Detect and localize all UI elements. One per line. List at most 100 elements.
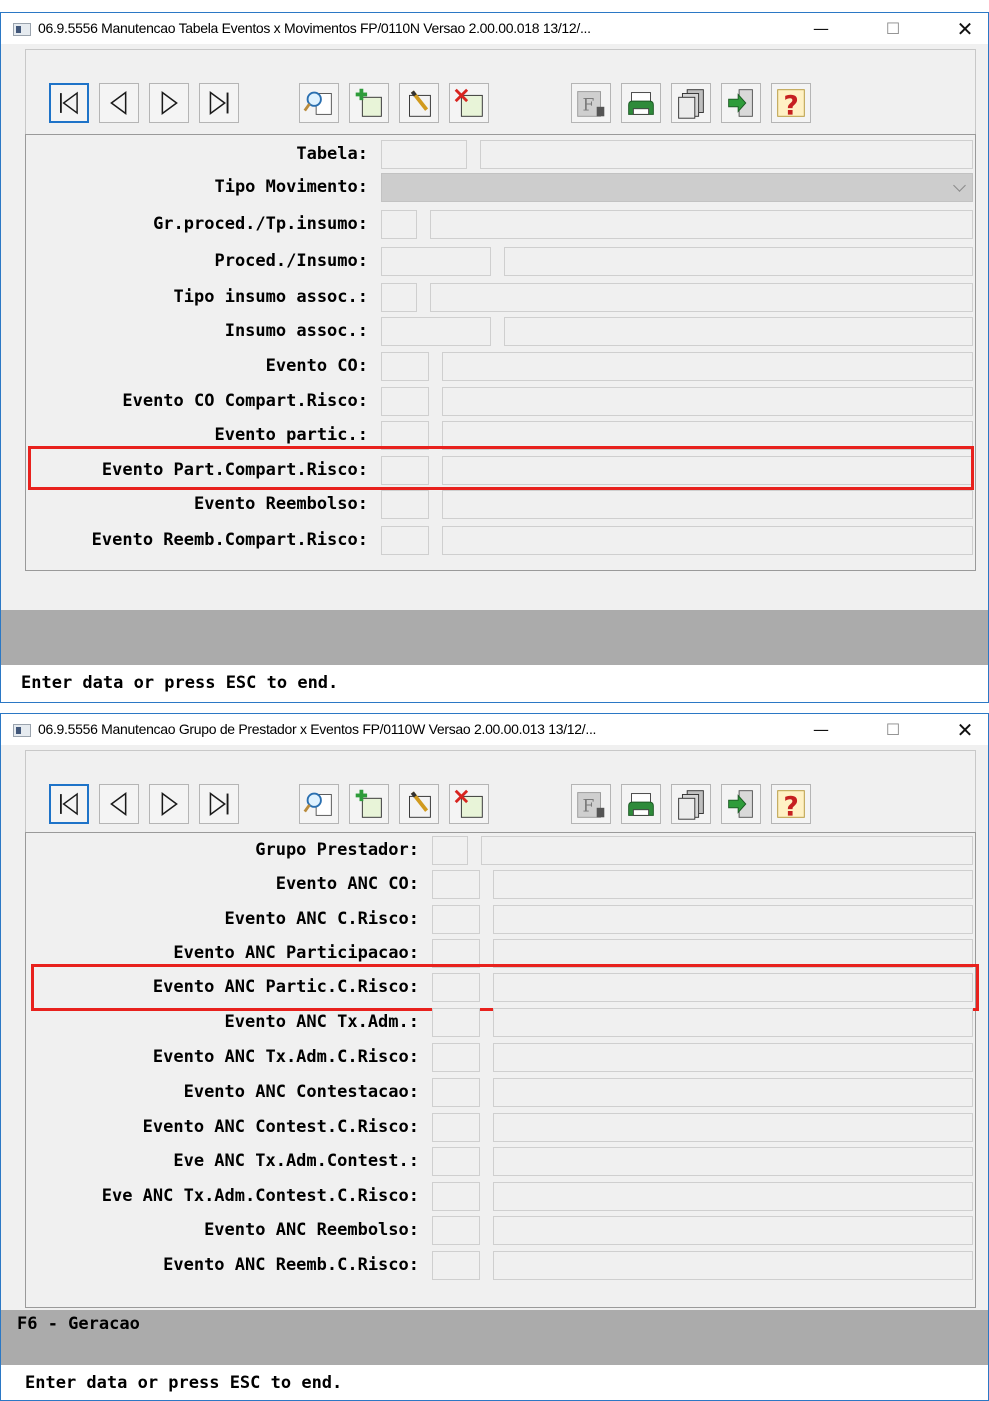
copy-icon bbox=[678, 790, 704, 820]
code-input[interactable] bbox=[432, 1147, 480, 1176]
next-record-button[interactable] bbox=[149, 83, 189, 123]
filter-button[interactable]: F bbox=[571, 784, 611, 824]
field-label: Grupo Prestador: bbox=[255, 840, 419, 860]
code-input[interactable] bbox=[432, 1251, 480, 1280]
code-input[interactable] bbox=[432, 836, 468, 865]
next-record-icon bbox=[161, 792, 178, 816]
app-icon bbox=[13, 724, 31, 737]
code-input[interactable] bbox=[381, 352, 429, 381]
maximize-button[interactable]: ☐ bbox=[873, 17, 913, 41]
app-icon bbox=[13, 23, 31, 36]
field-label: Tipo insumo assoc.: bbox=[173, 287, 368, 307]
print-icon bbox=[628, 92, 654, 115]
edit-record-button[interactable] bbox=[399, 784, 439, 824]
first-record-button[interactable] bbox=[49, 83, 89, 123]
add-record-icon bbox=[355, 88, 382, 117]
code-input[interactable] bbox=[432, 1008, 480, 1037]
code-input[interactable] bbox=[381, 387, 429, 416]
minimize-button[interactable]: — bbox=[801, 17, 841, 41]
window-title: 06.9.5556 Manutencao Grupo de Prestador … bbox=[38, 721, 597, 737]
field-label: Evento CO: bbox=[265, 356, 368, 376]
code-input[interactable] bbox=[381, 283, 417, 312]
last-record-icon bbox=[209, 792, 229, 816]
description-field bbox=[442, 352, 973, 381]
function-key-bar: F6 - Geracao bbox=[1, 1310, 988, 1365]
field-label: Proced./Insumo: bbox=[214, 251, 368, 271]
svg-text:?: ? bbox=[783, 791, 798, 822]
delete-record-button[interactable] bbox=[449, 784, 489, 824]
search-button[interactable] bbox=[299, 83, 339, 123]
exit-button[interactable] bbox=[721, 83, 761, 123]
last-record-button[interactable] bbox=[199, 784, 239, 824]
status-line: Enter data or press ESC to end. bbox=[1, 665, 988, 702]
exit-icon bbox=[728, 89, 753, 117]
code-input[interactable] bbox=[432, 1216, 480, 1245]
close-button[interactable]: ✕ bbox=[945, 17, 985, 41]
add-record-button[interactable] bbox=[349, 83, 389, 123]
first-record-button[interactable] bbox=[49, 784, 89, 824]
previous-record-button[interactable] bbox=[99, 83, 139, 123]
description-field bbox=[504, 317, 973, 346]
delete-record-button[interactable] bbox=[449, 83, 489, 123]
print-button[interactable] bbox=[621, 83, 661, 123]
last-record-button[interactable] bbox=[199, 83, 239, 123]
description-field bbox=[493, 905, 973, 934]
help-button[interactable]: ? bbox=[771, 83, 811, 123]
help-button[interactable]: ? bbox=[771, 784, 811, 824]
code-input[interactable] bbox=[381, 210, 417, 239]
exit-button[interactable] bbox=[721, 784, 761, 824]
function-key-hint: F6 - Geracao bbox=[17, 1314, 140, 1334]
field-label: Tipo Movimento: bbox=[214, 177, 368, 197]
minimize-button[interactable]: — bbox=[801, 718, 841, 742]
description-field bbox=[493, 1078, 973, 1107]
svg-text:F: F bbox=[582, 96, 594, 116]
field-label: Evento ANC C.Risco: bbox=[224, 909, 419, 929]
print-button[interactable] bbox=[621, 784, 661, 824]
help-icon: ? bbox=[777, 89, 805, 121]
description-field bbox=[430, 210, 973, 239]
description-field bbox=[442, 387, 973, 416]
add-record-button[interactable] bbox=[349, 784, 389, 824]
tipo-movimento-select[interactable] bbox=[381, 173, 973, 202]
svg-text:?: ? bbox=[783, 90, 798, 121]
description-field bbox=[493, 1147, 973, 1176]
copy-button[interactable] bbox=[671, 784, 711, 824]
field-label: Evento Reemb.Compart.Risco: bbox=[91, 530, 368, 550]
code-input[interactable] bbox=[432, 870, 480, 899]
filter-button[interactable]: F bbox=[571, 83, 611, 123]
close-button[interactable]: ✕ bbox=[945, 718, 985, 742]
next-record-button[interactable] bbox=[149, 784, 189, 824]
code-input[interactable] bbox=[432, 1182, 480, 1211]
edit-record-icon bbox=[409, 90, 431, 117]
next-record-icon bbox=[161, 91, 178, 115]
code-input[interactable] bbox=[381, 317, 491, 346]
edit-record-button[interactable] bbox=[399, 83, 439, 123]
description-field bbox=[493, 1008, 973, 1037]
code-input[interactable] bbox=[381, 247, 491, 276]
field-label: Evento ANC Contest.C.Risco: bbox=[142, 1117, 419, 1137]
field-label: Evento ANC Participacao: bbox=[173, 943, 419, 963]
svg-text:F: F bbox=[582, 797, 594, 817]
field-label: Evento Reembolso: bbox=[194, 494, 368, 514]
field-label: Eve ANC Tx.Adm.Contest.: bbox=[173, 1151, 419, 1171]
code-input[interactable] bbox=[432, 1113, 480, 1142]
copy-button[interactable] bbox=[671, 83, 711, 123]
code-input[interactable] bbox=[432, 1043, 480, 1072]
field-label: Evento partic.: bbox=[214, 425, 368, 445]
code-input[interactable] bbox=[381, 140, 467, 169]
description-field bbox=[493, 1113, 973, 1142]
search-button[interactable] bbox=[299, 784, 339, 824]
title-bar[interactable]: 06.9.5556 Manutencao Grupo de Prestador … bbox=[1, 714, 988, 745]
description-field bbox=[442, 490, 973, 519]
code-input[interactable] bbox=[381, 526, 429, 555]
previous-record-button[interactable] bbox=[99, 784, 139, 824]
code-input[interactable] bbox=[432, 1078, 480, 1107]
field-label: Eve ANC Tx.Adm.Contest.C.Risco: bbox=[101, 1186, 419, 1206]
field-label: Evento ANC Tx.Adm.C.Risco: bbox=[152, 1047, 419, 1067]
toolbar: F? bbox=[8, 49, 988, 137]
code-input[interactable] bbox=[381, 490, 429, 519]
field-label: Evento CO Compart.Risco: bbox=[122, 391, 368, 411]
title-bar[interactable]: 06.9.5556 Manutencao Tabela Eventos x Mo… bbox=[1, 13, 988, 44]
maximize-button[interactable]: ☐ bbox=[873, 718, 913, 742]
code-input[interactable] bbox=[432, 905, 480, 934]
